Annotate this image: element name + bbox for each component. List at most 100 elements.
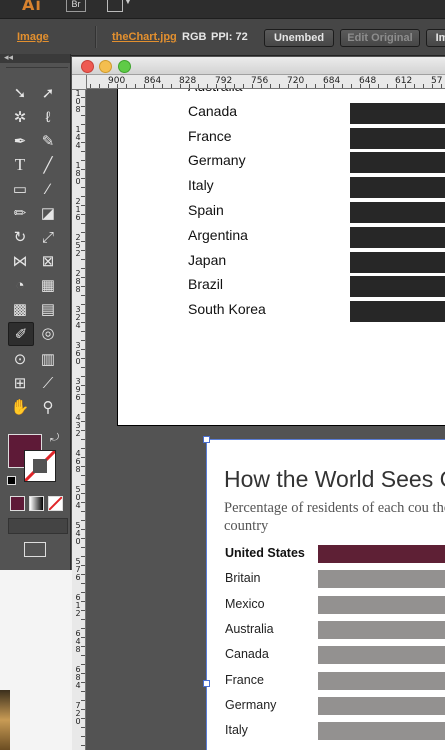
placed-image-chart[interactable]: How the World Sees C Percentage of resid… [206, 439, 445, 750]
eyedropper-tool-icon[interactable]: ✐ [8, 322, 34, 346]
file-link[interactable]: theChart.jpg [112, 31, 177, 43]
curvature-tool-icon[interactable]: ✎ [36, 130, 60, 152]
artboard-top[interactable]: Australia Canada France Germany Italy Spain Ar… [117, 89, 445, 426]
unembed-button[interactable]: Unembed [264, 29, 334, 47]
tools-panel-header[interactable]: ◂◂ [0, 52, 70, 63]
color-mode-icon[interactable] [10, 496, 25, 511]
gradient-mode-icon[interactable] [29, 496, 44, 511]
shape-builder-tool-icon[interactable]: ◔ [8, 274, 32, 296]
slice-tool-icon[interactable]: ⟋ [36, 372, 60, 394]
maximize-window-icon[interactable] [118, 60, 131, 73]
chart-bar [350, 301, 445, 323]
chart-bar [350, 276, 445, 298]
ruler-tick-label: 720 [75, 701, 81, 726]
vertical-ruler[interactable]: 108 144 180 216 252 288 324 360 396 432 468 504 540 5… [72, 88, 86, 750]
column-graph-tool-icon[interactable]: ▥ [36, 348, 60, 370]
width-tool-icon[interactable]: ⋈ [8, 250, 32, 272]
ruler-tick-label: 180 [75, 161, 81, 186]
chart-bar [318, 646, 445, 665]
desktop-area [0, 570, 72, 750]
magic-wand-tool-icon[interactable]: ✲ [8, 106, 32, 128]
document-title-bar [72, 57, 445, 75]
chart-category-label: Argentina [188, 226, 248, 243]
screen-mode-icon[interactable] [24, 542, 46, 557]
type-tool-icon[interactable]: T [8, 154, 32, 176]
object-type-link[interactable]: Image [17, 31, 49, 43]
ruler-tick-label: 504 [75, 485, 81, 510]
workspace-icon[interactable] [107, 0, 123, 12]
chart-category-label: Germany [188, 152, 246, 169]
chart-bar [318, 595, 445, 614]
selection-handle[interactable] [203, 436, 210, 443]
divider [95, 26, 97, 48]
line-tool-icon[interactable]: ╱ [36, 154, 60, 176]
minimize-window-icon[interactable] [99, 60, 112, 73]
chart-title: How the World Sees C [224, 466, 445, 492]
zoom-tool-icon[interactable]: ⚲ [36, 396, 60, 418]
chart-bar [350, 152, 445, 174]
tools-panel: ◂◂ ➘ ➚ ✲ ℓ ✒ ✎ T ╱ ▭ ∕ ✏ ◪ ↻ ⤢ ⋈ ⊠ ◔ ▦ ▩… [0, 52, 71, 570]
draw-modes-icon[interactable] [8, 518, 68, 534]
chart-bar [350, 177, 445, 199]
ruler-tick-label: 468 [75, 449, 81, 474]
none-mode-icon[interactable] [48, 496, 63, 511]
ruler-tick-label: 684 [75, 665, 81, 690]
chart-category-label: Brazil [188, 276, 224, 293]
scale-tool-icon[interactable]: ⤢ [36, 226, 60, 248]
swap-colors-icon[interactable]: ⤾ [50, 432, 59, 445]
chart-category-label: Mexico [225, 596, 265, 611]
ruler-tick-label: 216 [75, 197, 81, 222]
bridge-button[interactable]: Br [66, 0, 86, 12]
hand-tool-icon[interactable]: ✋ [8, 396, 32, 418]
ruler-tick-label: 612 [75, 593, 81, 618]
chart-category-label: France [225, 672, 264, 687]
selection-handle[interactable] [203, 680, 210, 687]
direct-selection-tool-icon[interactable]: ➚ [36, 82, 60, 104]
chart-bar [318, 570, 445, 589]
stroke-swatch[interactable] [24, 450, 56, 482]
perspective-grid-tool-icon[interactable]: ▦ [36, 274, 60, 296]
chart-category-label: Australia [225, 621, 274, 636]
tool-grid: ➘ ➚ ✲ ℓ ✒ ✎ T ╱ ▭ ∕ ✏ ◪ ↻ ⤢ ⋈ ⊠ ◔ ▦ ▩ ▤ … [8, 82, 64, 418]
chart-category-label: Italy [225, 723, 248, 738]
ruler-tick-label: 288 [75, 269, 81, 294]
image-trace-button[interactable]: Im [426, 29, 445, 47]
pen-tool-icon[interactable]: ✒ [8, 130, 32, 152]
ruler-tick-label: 252 [75, 233, 81, 258]
eraser-tool-icon[interactable]: ◪ [36, 202, 60, 224]
rectangle-tool-icon[interactable]: ▭ [8, 178, 32, 200]
ruler-tick-label: 108 [75, 89, 81, 114]
chart-bar [350, 226, 445, 248]
canvas[interactable]: Australia Canada France Germany Italy Spain Ar… [86, 89, 445, 750]
close-window-icon[interactable] [81, 60, 94, 73]
ruler-tick-label: 396 [75, 377, 81, 402]
chart-category-label: Italy [188, 177, 214, 194]
blend-tool-icon[interactable]: ◎ [36, 322, 60, 344]
chart-bar [350, 202, 445, 223]
collapse-icon[interactable]: ◂◂ [4, 52, 13, 63]
gradient-tool-icon[interactable]: ▤ [36, 298, 60, 320]
pencil-tool-icon[interactable]: ✏ [8, 202, 32, 224]
symbol-sprayer-tool-icon[interactable]: ⊙ [8, 348, 32, 370]
chart-category-label: United States [225, 546, 305, 560]
default-colors-icon[interactable] [7, 476, 16, 485]
lasso-tool-icon[interactable]: ℓ [36, 106, 60, 128]
ruler-origin[interactable] [72, 75, 87, 90]
artboard-tool-icon[interactable]: ⊞ [8, 372, 32, 394]
chart-bar [318, 545, 445, 563]
free-transform-tool-icon[interactable]: ⊠ [36, 250, 60, 272]
horizontal-ruler[interactable]: 900 864 828 792 756 720 684 648 612 57 [72, 75, 445, 89]
chart-bar [350, 251, 445, 273]
chart-category-label: Britain [225, 571, 261, 586]
edit-original-button[interactable]: Edit Original [340, 29, 420, 47]
mesh-tool-icon[interactable]: ▩ [8, 298, 32, 320]
chevron-down-icon[interactable]: ▼ [124, 0, 132, 6]
selection-tool-icon[interactable]: ➘ [8, 82, 32, 104]
control-bar: Image theChart.jpg RGB PPI: 72 Unembed E… [0, 18, 445, 56]
chart-category-label: Canada [188, 102, 238, 119]
rotate-tool-icon[interactable]: ↻ [8, 226, 32, 248]
chart-category-label: South Korea [188, 301, 266, 318]
ruler-tick-label: 432 [75, 413, 81, 438]
ruler-tick-label: 144 [75, 125, 81, 150]
paintbrush-tool-icon[interactable]: ∕ [36, 178, 60, 200]
